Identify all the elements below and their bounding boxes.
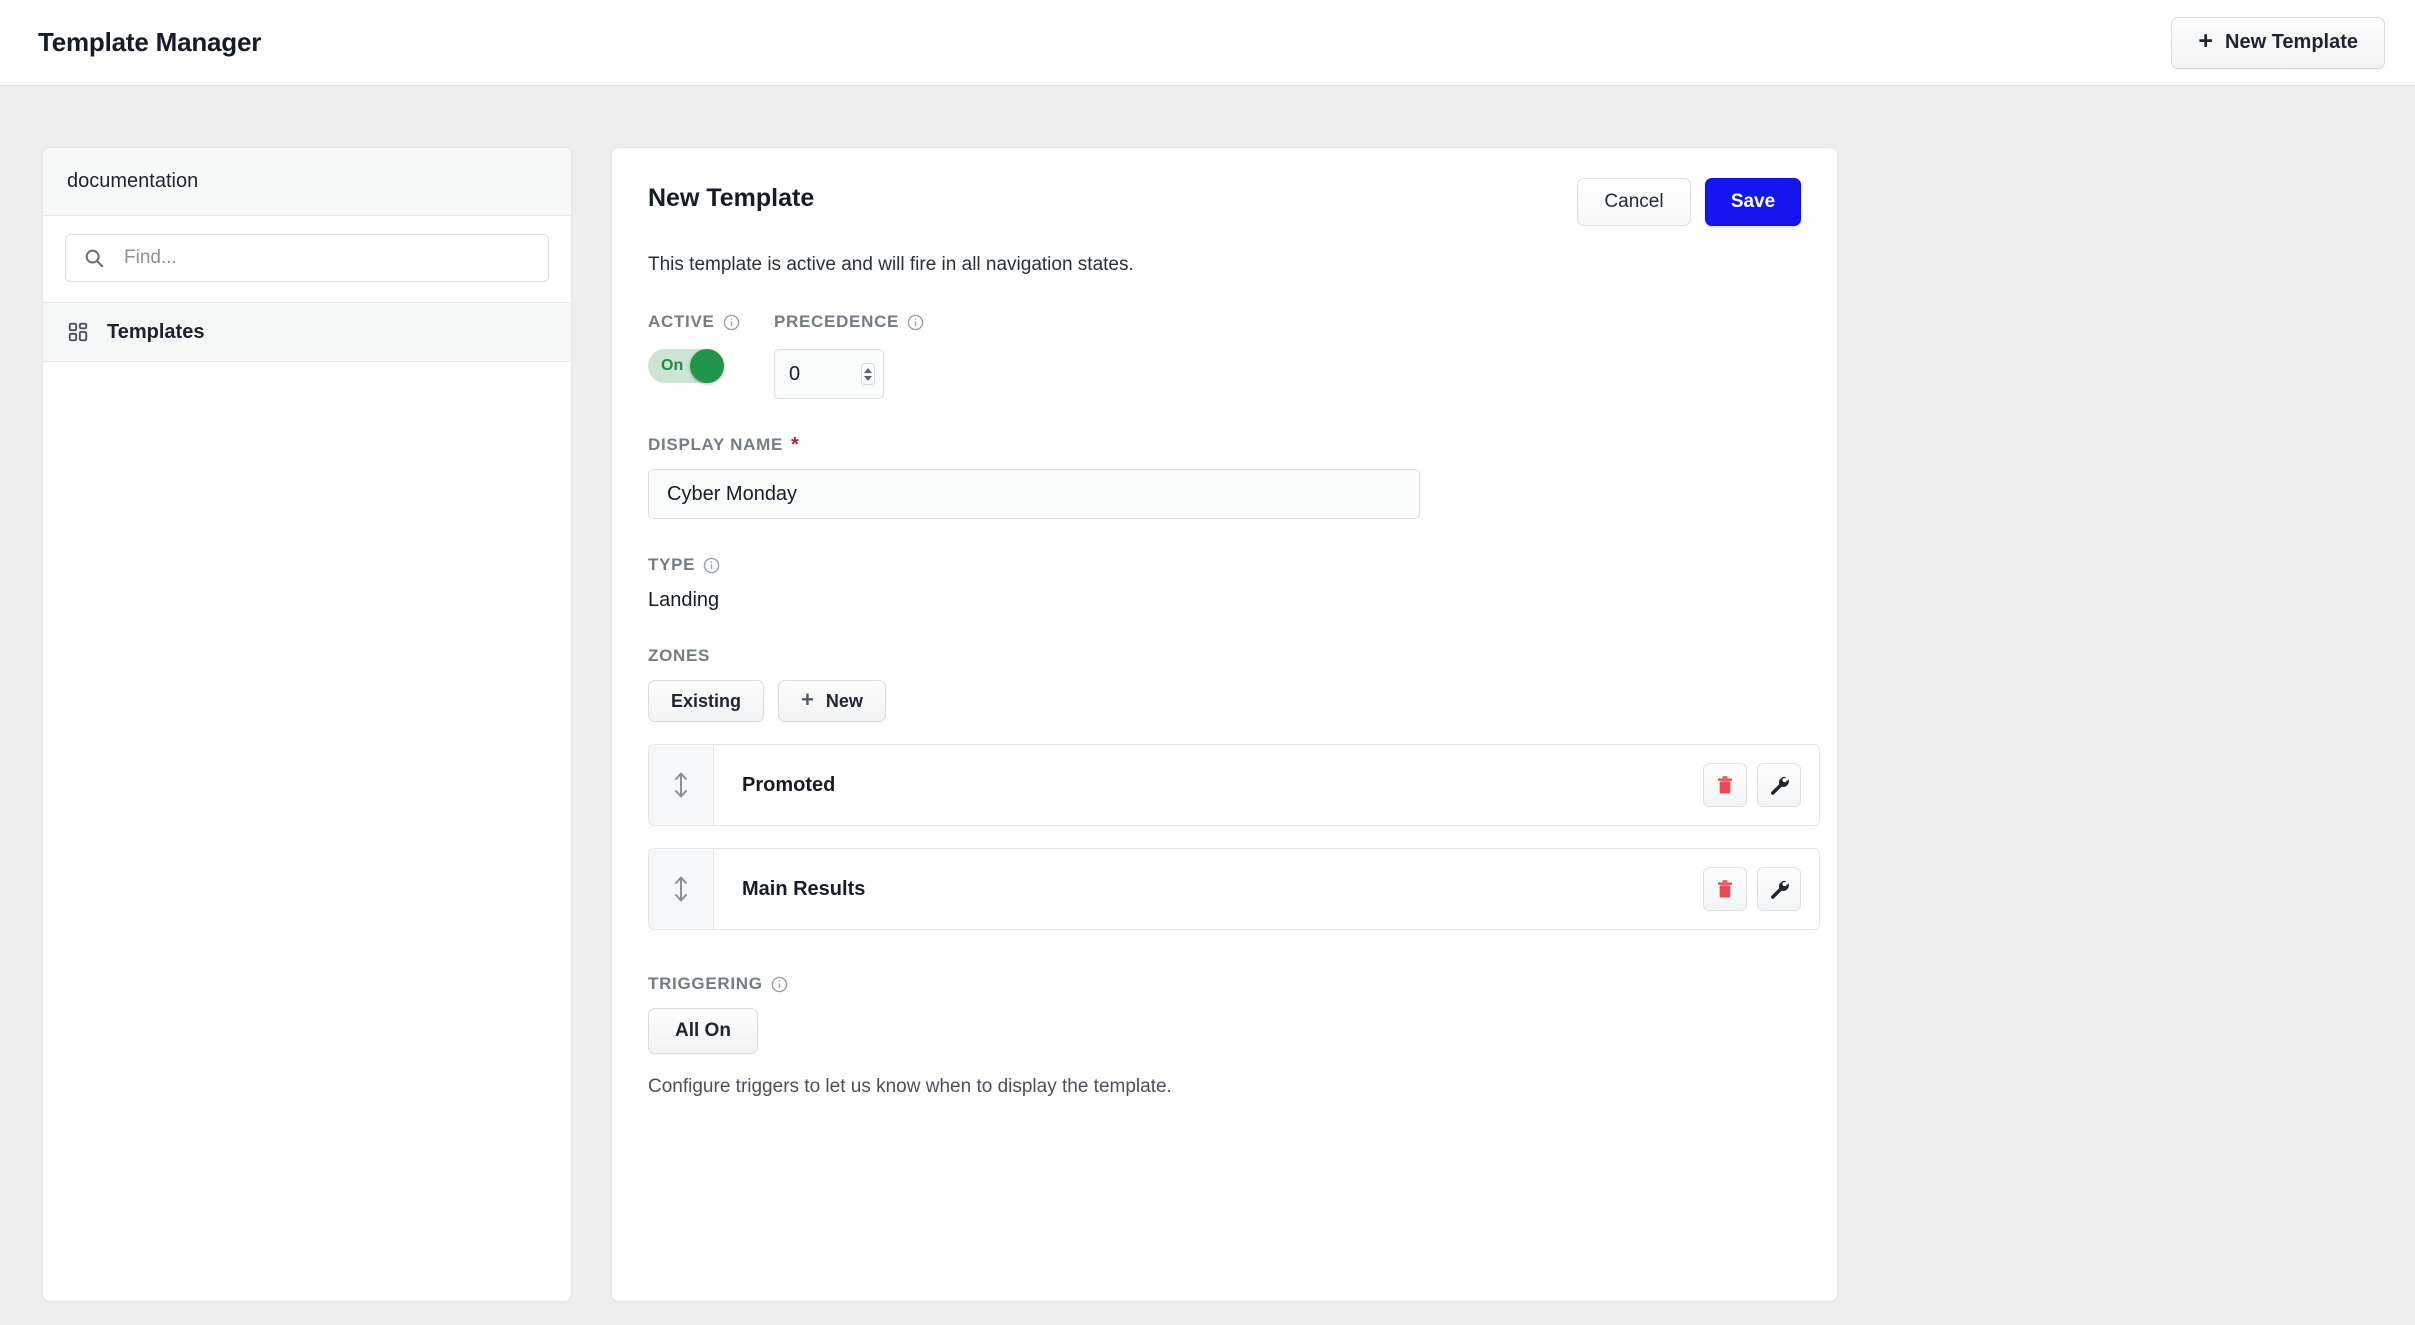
status-text: This template is active and will fire in… bbox=[648, 254, 1134, 275]
triggering-section: TRIGGERING All On Configure triggers to … bbox=[648, 974, 1801, 1098]
configure-zone-button[interactable] bbox=[1757, 867, 1801, 911]
zones-label-row: ZONES bbox=[648, 646, 1801, 666]
required-marker: * bbox=[791, 434, 800, 456]
active-toggle[interactable]: On bbox=[648, 349, 724, 383]
precedence-value: 0 bbox=[789, 362, 801, 385]
spinner-down-icon[interactable] bbox=[864, 375, 872, 381]
wrench-icon bbox=[1768, 774, 1790, 796]
new-template-button[interactable]: + New Template bbox=[2171, 16, 2385, 69]
drag-vertical-arrows-icon bbox=[671, 770, 691, 800]
sidebar: documentation Find... Templates bbox=[42, 147, 572, 1302]
cancel-button-label: Cancel bbox=[1604, 191, 1664, 212]
drag-handle[interactable] bbox=[649, 849, 714, 929]
info-icon[interactable] bbox=[907, 314, 924, 331]
save-button-label: Save bbox=[1730, 191, 1776, 212]
active-toggle-label: On bbox=[661, 357, 684, 374]
cancel-button[interactable]: Cancel bbox=[1577, 178, 1691, 226]
info-icon[interactable] bbox=[771, 976, 788, 993]
sidebar-search-wrapper bbox=[43, 216, 571, 302]
info-icon[interactable] bbox=[723, 314, 740, 331]
trash-icon bbox=[1715, 878, 1735, 900]
all-on-button-label: All On bbox=[675, 1020, 731, 1041]
sidebar-header: documentation bbox=[43, 148, 571, 216]
delete-zone-button[interactable] bbox=[1703, 763, 1747, 807]
panel-header: New Template Cancel Save bbox=[648, 178, 1801, 226]
precedence-spinner[interactable] bbox=[861, 363, 875, 385]
template-editor-panel: New Template Cancel Save This template i… bbox=[611, 147, 1838, 1302]
type-label: TYPE bbox=[648, 555, 696, 574]
all-on-button[interactable]: All On bbox=[648, 1008, 758, 1054]
zone-row[interactable]: Main Results bbox=[648, 848, 1820, 930]
toggle-knob bbox=[690, 349, 724, 383]
zone-actions bbox=[1703, 745, 1819, 825]
drag-vertical-arrows-icon bbox=[671, 874, 691, 904]
workspace: documentation Find... Templates New Temp… bbox=[0, 86, 2415, 1325]
info-icon[interactable] bbox=[703, 557, 720, 574]
zone-list: Promoted Main Results bbox=[648, 744, 1820, 930]
existing-zone-button-label: Existing bbox=[671, 690, 742, 711]
active-precedence-row: ACTIVE On PRECEDENCE 0 bbox=[648, 312, 1801, 399]
type-field: TYPE Landing bbox=[648, 555, 1801, 612]
triggering-label-row: TRIGGERING bbox=[648, 974, 1801, 994]
zone-name: Main Results bbox=[742, 877, 866, 900]
new-zone-button-label: New bbox=[825, 690, 863, 711]
app-header: Template Manager + New Template bbox=[0, 0, 2415, 86]
precedence-label: PRECEDENCE bbox=[774, 312, 900, 331]
search-icon bbox=[83, 247, 105, 269]
display-name-input-wrapper[interactable] bbox=[648, 469, 1420, 519]
zone-row[interactable]: Promoted bbox=[648, 744, 1820, 826]
new-zone-button[interactable]: + New bbox=[778, 680, 886, 722]
zone-name: Promoted bbox=[742, 773, 836, 796]
precedence-field: PRECEDENCE 0 bbox=[774, 312, 1074, 399]
search-input[interactable] bbox=[122, 235, 514, 281]
active-field: ACTIVE On bbox=[648, 312, 774, 399]
configure-zone-button[interactable] bbox=[1757, 763, 1801, 807]
drag-handle[interactable] bbox=[649, 745, 714, 825]
spinner-up-icon[interactable] bbox=[864, 367, 872, 373]
triggering-label: TRIGGERING bbox=[648, 974, 763, 993]
zone-buttons: Existing + New bbox=[648, 680, 1801, 722]
wrench-icon bbox=[1768, 878, 1790, 900]
trash-icon bbox=[1715, 774, 1735, 796]
display-name-label-row: DISPLAY NAME * bbox=[648, 435, 1801, 455]
type-label-row: TYPE bbox=[648, 555, 1801, 575]
new-template-button-label: New Template bbox=[2225, 31, 2358, 53]
page-title: Template Manager bbox=[38, 27, 262, 57]
zones-label: ZONES bbox=[648, 646, 711, 665]
precedence-label-row: PRECEDENCE bbox=[774, 312, 1074, 332]
active-label-row: ACTIVE bbox=[648, 312, 774, 332]
active-label: ACTIVE bbox=[648, 312, 715, 331]
grid-icon bbox=[67, 321, 89, 343]
precedence-stepper[interactable]: 0 bbox=[774, 349, 884, 399]
sidebar-item-templates[interactable]: Templates bbox=[43, 302, 571, 362]
sidebar-header-label: documentation bbox=[67, 170, 199, 192]
plus-icon: + bbox=[801, 687, 814, 712]
sidebar-item-label: Templates bbox=[107, 320, 205, 343]
save-button[interactable]: Save bbox=[1705, 178, 1801, 226]
display-name-input[interactable] bbox=[665, 481, 1403, 507]
search-box[interactable] bbox=[65, 234, 549, 282]
display-name-field: DISPLAY NAME * bbox=[648, 435, 1801, 519]
plus-icon: + bbox=[2198, 27, 2213, 55]
panel-actions: Cancel Save bbox=[1577, 178, 1801, 226]
triggering-helper-text: Configure triggers to let us know when t… bbox=[648, 1076, 1172, 1097]
type-value: Landing bbox=[648, 589, 720, 611]
panel-title: New Template bbox=[648, 184, 815, 212]
display-name-label: DISPLAY NAME bbox=[648, 435, 783, 454]
existing-zone-button[interactable]: Existing bbox=[648, 680, 765, 722]
zone-actions bbox=[1703, 849, 1819, 929]
delete-zone-button[interactable] bbox=[1703, 867, 1747, 911]
